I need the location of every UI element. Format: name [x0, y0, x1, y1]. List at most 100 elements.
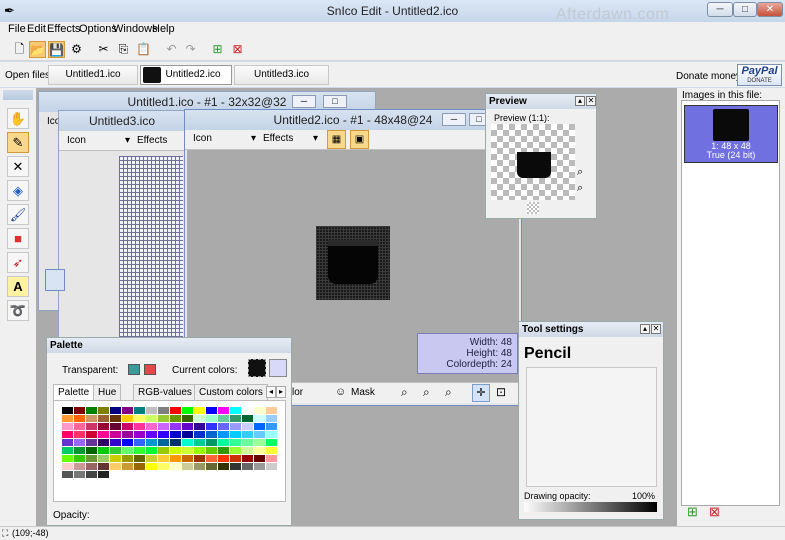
palette-swatch[interactable] — [230, 447, 241, 454]
palette-swatch[interactable] — [182, 431, 193, 438]
palette-swatch[interactable] — [170, 423, 181, 430]
palette-swatch[interactable] — [182, 415, 193, 422]
palette-swatch[interactable] — [122, 407, 133, 414]
palette-swatch[interactable] — [62, 415, 73, 422]
palette-swatch[interactable] — [182, 447, 193, 454]
palette-swatch[interactable] — [206, 455, 217, 462]
preview-zoom-out-icon[interactable]: ⌕ — [577, 182, 583, 195]
palette-swatch[interactable] — [206, 431, 217, 438]
drawing-opacity-slider[interactable] — [524, 502, 657, 512]
file-tab-untitled2[interactable]: Untitled2.ico — [140, 65, 232, 85]
palette-swatch[interactable] — [122, 455, 133, 462]
palette-swatch[interactable] — [74, 415, 85, 422]
palette-swatch[interactable] — [158, 407, 169, 414]
palette-swatch[interactable] — [134, 455, 145, 462]
palette-swatch[interactable] — [122, 415, 133, 422]
save-file-icon[interactable]: 💾 — [48, 41, 65, 58]
brush-icon[interactable]: 🖌 — [7, 204, 29, 225]
tab-rgb-values[interactable]: RGB-values — [133, 384, 197, 400]
palette-swatch[interactable] — [218, 439, 229, 446]
file-tab-untitled1[interactable]: Untitled1.ico — [48, 65, 138, 85]
palette-swatch[interactable] — [170, 463, 181, 470]
palette-swatch[interactable] — [254, 407, 265, 414]
palette-swatch[interactable] — [86, 423, 97, 430]
palette-swatch[interactable] — [110, 407, 121, 414]
palette-swatch[interactable] — [266, 423, 277, 430]
palette-swatch[interactable] — [110, 447, 121, 454]
w2-icon-menu[interactable]: Icon — [193, 133, 212, 144]
delete-image-icon[interactable]: ⊠ — [709, 504, 720, 520]
palette-swatch[interactable] — [110, 415, 121, 422]
palette-swatch[interactable] — [86, 415, 97, 422]
palette-swatch[interactable] — [194, 423, 205, 430]
preview-panel[interactable]: Preview ▴ ✕ Preview (1:1): ⌕ ⌕ — [485, 93, 597, 219]
add-image-icon[interactable]: ⊞ — [687, 504, 698, 520]
palette-swatch[interactable] — [98, 455, 109, 462]
zoom-out-icon[interactable]: ⌕ — [401, 385, 408, 400]
palette-swatch[interactable] — [194, 431, 205, 438]
palette-swatch[interactable] — [134, 423, 145, 430]
primary-color-swatch[interactable] — [248, 359, 266, 377]
lasso-icon[interactable]: ➰ — [7, 300, 29, 321]
palette-swatch[interactable] — [98, 439, 109, 446]
fit-icon[interactable]: ⊡ — [496, 385, 506, 399]
palette-swatch[interactable] — [74, 423, 85, 430]
palette-swatch[interactable] — [218, 431, 229, 438]
palette-swatch[interactable] — [218, 455, 229, 462]
palette-swatch[interactable] — [206, 423, 217, 430]
palette-swatch[interactable] — [254, 415, 265, 422]
paste-icon[interactable]: 📋 — [135, 41, 152, 58]
preview-float-icon[interactable]: ▴ — [575, 96, 585, 106]
palette-swatch[interactable] — [182, 407, 193, 414]
palette-swatch[interactable] — [170, 415, 181, 422]
palette-swatch[interactable] — [182, 439, 193, 446]
new-file-icon[interactable]: 🗋 — [11, 41, 28, 58]
palette-swatch[interactable] — [134, 407, 145, 414]
w2-minimize-button[interactable]: ─ — [442, 113, 466, 126]
transparent-color-icon-2[interactable] — [144, 364, 156, 375]
maximize-button[interactable]: □ — [733, 2, 757, 17]
palette-swatch[interactable] — [74, 407, 85, 414]
palette-swatch[interactable] — [62, 447, 73, 454]
palette-swatch[interactable] — [98, 431, 109, 438]
color-picker-icon[interactable]: ✕ — [7, 156, 29, 177]
palette-swatch[interactable] — [146, 423, 157, 430]
palette-swatch[interactable] — [242, 407, 253, 414]
preview-close-icon[interactable]: ✕ — [586, 96, 596, 106]
palette-swatch[interactable] — [218, 447, 229, 454]
palette-swatch[interactable] — [170, 431, 181, 438]
palette-swatch[interactable] — [266, 407, 277, 414]
palette-swatch[interactable] — [230, 423, 241, 430]
palette-swatch[interactable] — [230, 463, 241, 470]
cut-icon[interactable]: ✂ — [95, 41, 112, 58]
palette-swatch[interactable] — [254, 439, 265, 446]
preview-background-icon[interactable] — [527, 202, 539, 214]
palette-swatch[interactable] — [230, 455, 241, 462]
palette-swatch[interactable] — [206, 447, 217, 454]
palette-swatch[interactable] — [242, 439, 253, 446]
close-button[interactable]: ✕ — [757, 2, 783, 17]
tool-settings-panel[interactable]: Tool settings ▴ ✕ Pencil Drawing opacity… — [518, 321, 664, 520]
palette-swatch[interactable] — [86, 439, 97, 446]
palette-swatch[interactable] — [110, 431, 121, 438]
w3-effects-menu[interactable]: Effects — [137, 135, 167, 146]
text-icon[interactable]: A — [7, 276, 29, 297]
palette-swatch[interactable] — [230, 439, 241, 446]
palette-swatch[interactable] — [86, 431, 97, 438]
palette-swatch[interactable] — [122, 431, 133, 438]
menu-options[interactable]: Options — [79, 23, 117, 35]
palette-swatch[interactable] — [266, 455, 277, 462]
redo-icon[interactable]: ↷ — [182, 41, 199, 58]
tab-hue[interactable]: Hue — [93, 384, 122, 400]
palette-swatch[interactable] — [242, 463, 253, 470]
palette-swatch[interactable] — [98, 471, 109, 478]
palette-swatch[interactable] — [74, 439, 85, 446]
palette-swatch[interactable] — [62, 423, 73, 430]
undo-icon[interactable]: ↶ — [163, 41, 180, 58]
palette-swatch[interactable] — [158, 463, 169, 470]
palette-swatch[interactable] — [254, 455, 265, 462]
palette-swatch[interactable] — [242, 423, 253, 430]
palette-swatch[interactable] — [254, 447, 265, 454]
tabs-scroll-right-icon[interactable]: ▸ — [276, 386, 286, 398]
palette-swatch[interactable] — [194, 463, 205, 470]
